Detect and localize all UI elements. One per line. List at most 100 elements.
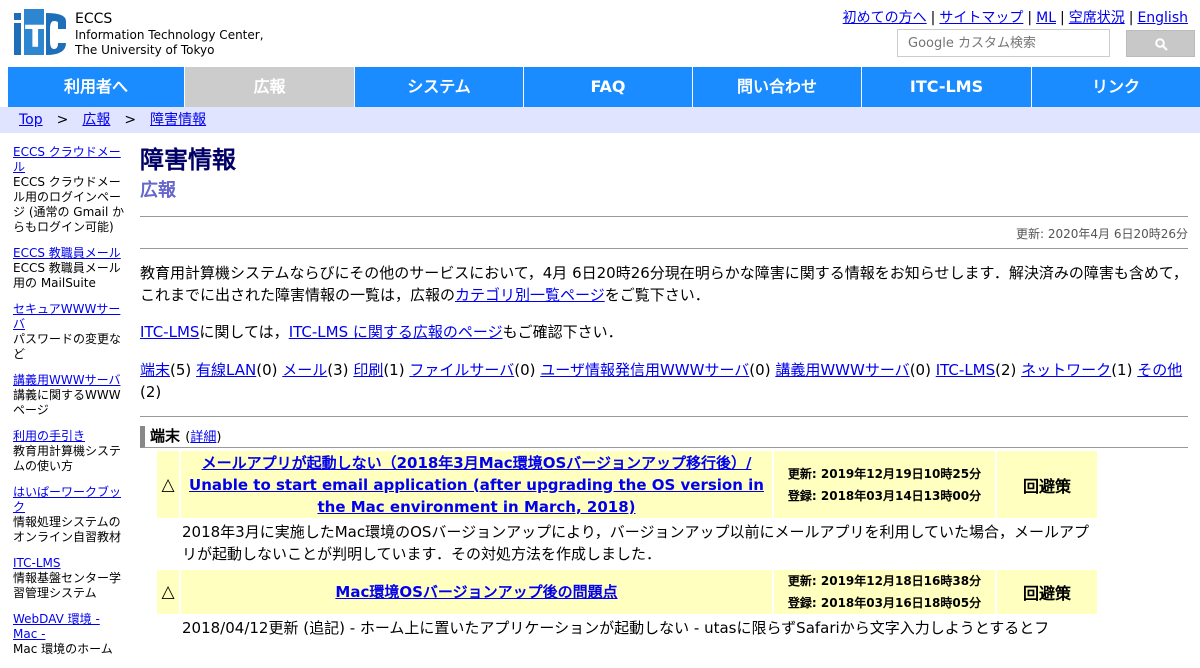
sidebar-item: ITC-LMS 情報基盤センター学習管理システム (13, 556, 125, 601)
category-link-wired-lan[interactable]: 有線LAN (196, 361, 256, 379)
nav-faq[interactable]: FAQ (523, 67, 692, 107)
sidebar-link-itc-lms[interactable]: ITC-LMS (13, 556, 61, 570)
sidebar-desc: 講義に関するWWWページ (13, 388, 121, 417)
incident-description: 2018年3月に実施したMac環境のOSバージョンアップにより，バージョンアップ… (182, 523, 1090, 563)
link-sitemap[interactable]: サイトマップ (939, 10, 1023, 26)
divider (140, 248, 1188, 249)
category-link-terminal[interactable]: 端末 (140, 361, 170, 379)
warning-triangle-icon: △ (157, 570, 179, 614)
category-link-file-server[interactable]: ファイルサーバ (409, 361, 514, 379)
sidebar-link-secure-www[interactable]: セキュアWWWサーバ (13, 302, 120, 331)
category-link-network[interactable]: ネットワーク (1021, 361, 1111, 379)
sidebar-desc: ECCS 教職員メール用の MailSuite (13, 261, 121, 290)
incident-registered: 登録: 2018年03月14日13時00分 (787, 488, 982, 503)
incident-updated: 更新: 2019年12月19日10時25分 (787, 466, 982, 481)
sidebar-desc: 情報処理システムのオンライン自習教材 (13, 515, 122, 544)
sidebar-desc: Mac 環境のホーム (13, 642, 113, 656)
sidebar-link-guide[interactable]: 利用の手引き (13, 429, 85, 443)
sidebar-link-cloud-mail[interactable]: ECCS クラウドメール (13, 145, 121, 174)
sidebar-item: ECCS 教職員メール ECCS 教職員メール用の MailSuite (13, 246, 125, 291)
intro-text-end: をご覧下さい． (604, 286, 710, 304)
incident-description: 2018/04/12更新 (追記) - ホーム上に置いたアプリケーションが起動し… (182, 619, 1050, 637)
sidebar-desc: 教育用計算機システムの使い方 (13, 444, 122, 473)
nav-users[interactable]: 利用者へ (7, 67, 184, 107)
sidebar-link-staff-mail[interactable]: ECCS 教職員メール (13, 246, 121, 260)
breadcrumb-separator: > (56, 112, 69, 128)
link-first-time[interactable]: 初めての方へ (843, 10, 927, 26)
sidebar-desc: パスワードの変更など (13, 332, 122, 361)
page-title: 障害情報 (140, 146, 236, 174)
main-content: 障害情報 広報 更新: 2020年4月 6日20時26分 教育用計算機システムな… (140, 145, 1188, 637)
category-link-print[interactable]: 印刷 (353, 361, 383, 379)
org-line-2: Information Technology Center, (75, 28, 264, 42)
search-box (897, 29, 1110, 57)
org-line-3: The University of Tokyo (75, 43, 215, 57)
breadcrumb: Top > 広報 > 障害情報 (0, 107, 1200, 133)
category-link-mail[interactable]: メール (282, 361, 327, 379)
link-english[interactable]: English (1137, 10, 1188, 26)
page-subtitle: 広報 (140, 180, 176, 201)
incident-dates: 更新: 2019年12月18日16時38分 登録: 2018年03月16日18時… (774, 570, 995, 614)
main-nav: 利用者へ 広報 システム FAQ 問い合わせ ITC-LMS リンク (0, 67, 1200, 107)
breadcrumb-separator: > (124, 112, 137, 128)
section-detail-link[interactable]: 詳細 (190, 430, 216, 445)
category-link-user-www[interactable]: ユーザ情報発信用WWWサーバ (540, 361, 749, 379)
incident-title-cell: Mac環境OSバージョンアップ後の問題点 (181, 570, 772, 614)
incident-updated: 更新: 2019年12月18日16時38分 (787, 574, 982, 588)
nav-pr[interactable]: 広報 (184, 67, 354, 107)
itc-logo[interactable]: T (14, 9, 66, 55)
link-vacancy[interactable]: 空席状況 (1069, 10, 1125, 26)
section-title: 端末 (150, 427, 181, 445)
category-count: (0) (909, 361, 931, 379)
category-list: 端末(5) 有線LAN(0) メール(3) 印刷(1) ファイルサーバ(0) ユ… (140, 359, 1188, 403)
breadcrumb-pr[interactable]: 広報 (82, 112, 110, 128)
category-count: (0) (514, 361, 536, 379)
category-link-lecture-www[interactable]: 講義用WWWサーバ (775, 361, 909, 379)
nav-contact[interactable]: 問い合わせ (692, 67, 861, 107)
incident-title-link[interactable]: Mac環境OSバージョンアップ後の問題点 (335, 581, 617, 603)
sidebar-item: 講義用WWWサーバ 講義に関するWWWページ (13, 373, 125, 418)
breadcrumb-top[interactable]: Top (19, 112, 43, 128)
paren-close: ) (216, 430, 222, 445)
incident-dates: 更新: 2019年12月19日10時25分 登録: 2018年03月14日13時… (774, 451, 995, 518)
incident-kind: 回避策 (997, 570, 1097, 614)
category-count: (5) (170, 361, 192, 379)
sidebar-desc: ECCS クラウドメール用のログインページ (通常の Gmail からもログイン… (13, 175, 125, 234)
incident-title-link[interactable]: メールアプリが起動しない（2018年3月Mac環境OSバージョンアップ移行後）/… (181, 452, 772, 518)
link-ml[interactable]: ML (1036, 10, 1056, 26)
nav-itc-lms[interactable]: ITC-LMS (861, 67, 1031, 107)
divider (140, 216, 1188, 217)
incident-registered: 登録: 2018年03月16日18時05分 (787, 596, 982, 610)
sidebar-item: 利用の手引き 教育用計算機システムの使い方 (13, 429, 125, 474)
sidebar-link-hyper-workbook[interactable]: はいぱーワークブック (13, 485, 121, 514)
category-link-other[interactable]: その他 (1137, 361, 1182, 379)
sidebar-item: ECCS クラウドメール ECCS クラウドメール用のログインページ (通常の … (13, 145, 125, 235)
category-count: (1) (383, 361, 405, 379)
category-count: (3) (327, 361, 349, 379)
incident-kind: 回避策 (997, 451, 1097, 518)
section-detail: (詳細) (185, 430, 221, 445)
search-icon (1155, 38, 1168, 51)
search-button[interactable] (1126, 30, 1195, 57)
org-name-block: ECCS Information Technology Center, The … (75, 10, 264, 58)
divider (140, 416, 1188, 417)
incident-row: △ Mac環境OSバージョンアップ後の問題点 更新: 2019年12月18日16… (157, 570, 1097, 614)
category-count: (0) (256, 361, 278, 379)
updated-timestamp: 更新: 2020年4月 6日20時26分 (1015, 227, 1188, 241)
breadcrumb-current[interactable]: 障害情報 (150, 112, 206, 128)
nav-links[interactable]: リンク (1031, 67, 1200, 107)
sidebar-item: セキュアWWWサーバ パスワードの変更など (13, 302, 125, 362)
incident-title-cell: メールアプリが起動しない（2018年3月Mac環境OSバージョンアップ移行後）/… (181, 451, 772, 518)
category-link-itc-lms[interactable]: ITC-LMS (936, 361, 995, 379)
category-list-link[interactable]: カテゴリ別一覧ページ (455, 286, 605, 304)
sidebar-link-webdav-mac[interactable]: WebDAV 環境 - Mac - (13, 612, 100, 641)
top-links: 初めての方へ | サイトマップ | ML | 空席状況 | English (842, 10, 1188, 26)
sidebar: ECCS クラウドメール ECCS クラウドメール用のログインページ (通常の … (13, 145, 125, 668)
itc-lms-pr-link[interactable]: ITC-LMS に関する広報のページ (289, 323, 503, 341)
site-header: T ECCS Information Technology Center, Th… (0, 0, 1200, 67)
itc-lms-link[interactable]: ITC-LMS (140, 323, 199, 341)
search-input[interactable] (898, 30, 1109, 56)
sidebar-link-lecture-www[interactable]: 講義用WWWサーバ (13, 373, 120, 387)
category-count: (1) (1111, 361, 1133, 379)
nav-system[interactable]: システム (354, 67, 523, 107)
